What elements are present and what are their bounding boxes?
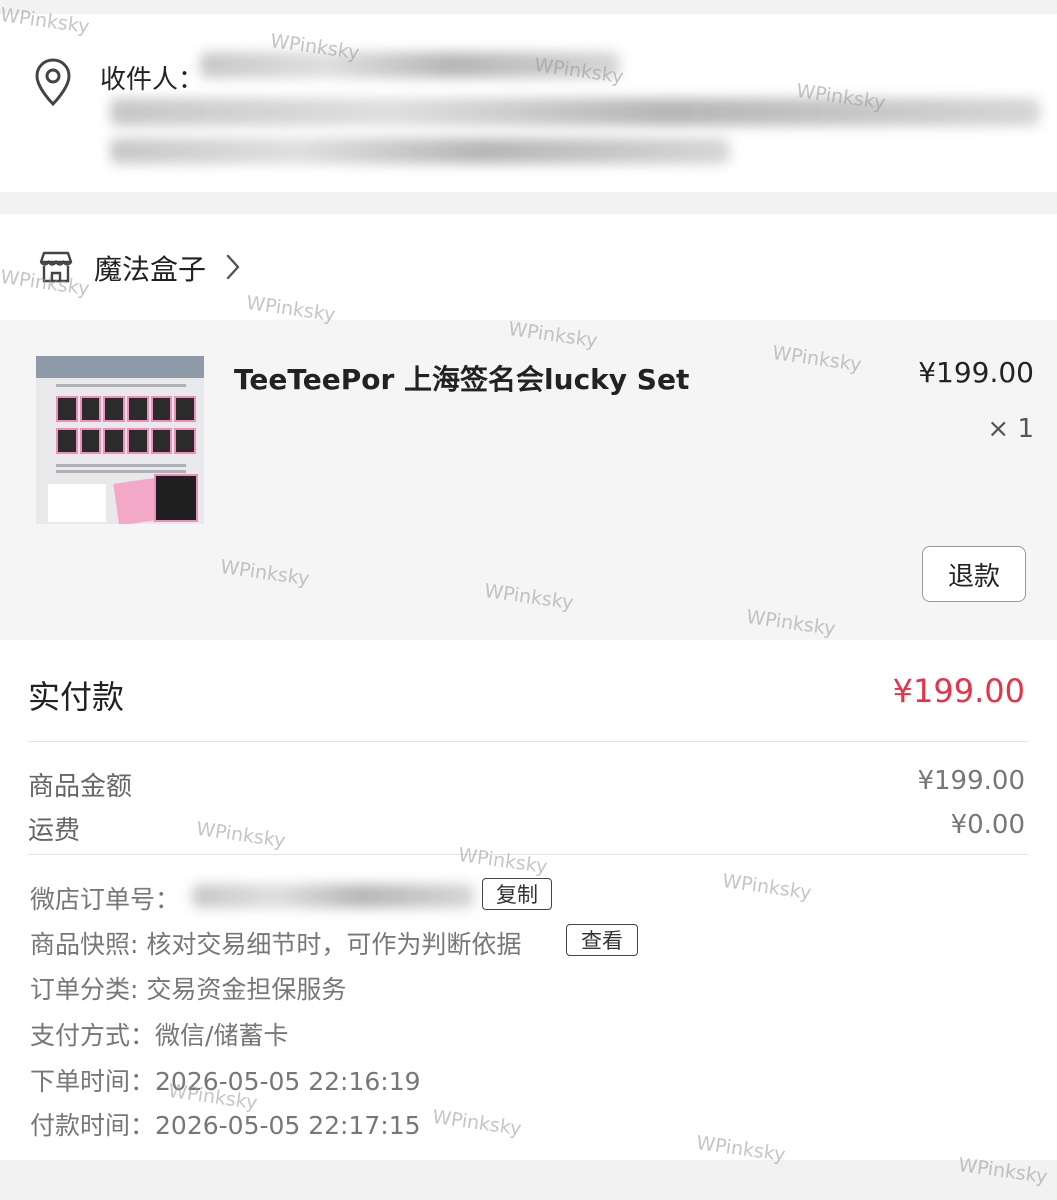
category-row: 订单分类: 交易资金担保服务 bbox=[30, 970, 346, 1006]
order-card: 魔法盒子 TeeTeePor 上海签名会lucky Set ¥199.00 × … bbox=[0, 214, 1057, 1160]
recipient-name-redacted bbox=[200, 52, 620, 78]
order-time-row: 下单时间：2026-05-05 22:16:19 bbox=[30, 1062, 421, 1098]
view-snapshot-button[interactable]: 查看 bbox=[566, 924, 638, 956]
payment-value: 微信/储蓄卡 bbox=[155, 1021, 289, 1050]
recipient-label: 收件人： bbox=[100, 65, 205, 95]
shipping-value: ¥0.00 bbox=[950, 810, 1025, 840]
pay-time-label: 付款时间： bbox=[30, 1111, 156, 1140]
product-price: ¥199.00 bbox=[918, 356, 1034, 389]
order-number-redacted bbox=[192, 884, 474, 908]
paid-amount-value: ¥199.00 bbox=[892, 672, 1025, 710]
divider bbox=[28, 741, 1028, 742]
order-time-label: 下单时间： bbox=[30, 1067, 156, 1096]
address-line-redacted bbox=[110, 98, 1040, 126]
snapshot-row: 商品快照: 核对交易细节时，可作为判断依据 bbox=[30, 925, 521, 961]
category-value: 交易资金担保服务 bbox=[146, 975, 347, 1004]
goods-amount-value: ¥199.00 bbox=[917, 766, 1025, 796]
snapshot-label: 商品快照: bbox=[30, 930, 147, 959]
store-icon bbox=[39, 251, 73, 283]
location-pin-icon bbox=[35, 58, 71, 106]
payment-label: 支付方式： bbox=[30, 1021, 156, 1050]
payment-row: 支付方式：微信/储蓄卡 bbox=[30, 1016, 288, 1052]
product-thumbnail[interactable] bbox=[36, 356, 204, 524]
product-item[interactable]: TeeTeePor 上海签名会lucky Set ¥199.00 × 1 退款 bbox=[0, 320, 1057, 640]
category-label: 订单分类: bbox=[30, 975, 147, 1004]
product-quantity: × 1 bbox=[987, 414, 1034, 444]
copy-button[interactable]: 复制 bbox=[482, 878, 552, 910]
order-number-label: 微店订单号： bbox=[30, 885, 181, 914]
address-line-redacted bbox=[110, 138, 730, 164]
pay-time-value: 2026-05-05 22:17:15 bbox=[155, 1111, 421, 1140]
goods-amount-label: 商品金额 bbox=[28, 772, 133, 802]
product-title[interactable]: TeeTeePor 上海签名会lucky Set bbox=[234, 358, 689, 398]
snapshot-text: 核对交易细节时，可作为判断依据 bbox=[146, 930, 522, 959]
order-time-value: 2026-05-05 22:16:19 bbox=[155, 1067, 421, 1096]
store-name[interactable]: 魔法盒子 bbox=[94, 248, 206, 288]
shipping-label: 运费 bbox=[28, 816, 81, 846]
paid-amount-label: 实付款 bbox=[28, 678, 125, 716]
address-card[interactable]: 收件人： bbox=[0, 14, 1057, 192]
refund-button[interactable]: 退款 bbox=[922, 546, 1026, 602]
divider bbox=[28, 854, 1028, 855]
chevron-right-icon[interactable] bbox=[226, 254, 240, 280]
pay-time-row: 付款时间：2026-05-05 22:17:15 bbox=[30, 1106, 421, 1142]
